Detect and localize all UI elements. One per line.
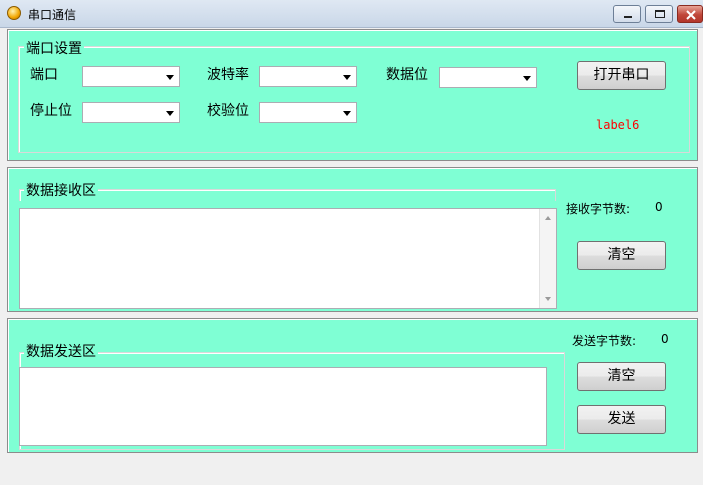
port-settings-panel: 端口设置 端口 波特率 数据位 打开串口 停止位 校验位 label6 (7, 29, 698, 161)
minimize-button[interactable] (613, 5, 641, 23)
scroll-up-icon[interactable] (545, 216, 551, 220)
receive-bytes-value: 0 (655, 200, 663, 214)
receive-panel: 数据接收区 接收字节数: 0 清空 (7, 167, 698, 312)
app-icon (7, 6, 21, 20)
parity-label: 校验位 (207, 103, 249, 119)
send-panel: 数据发送区 发送字节数: 0 清空 发送 (7, 318, 698, 453)
dropdown-arrow-icon (343, 111, 351, 116)
send-bytes-label: 发送字节数: (572, 334, 637, 348)
window-title: 串口通信 (28, 8, 77, 22)
baud-combo[interactable] (259, 66, 357, 87)
parity-combo[interactable] (259, 102, 357, 123)
receive-clear-button[interactable]: 清空 (577, 241, 666, 270)
dropdown-arrow-icon (343, 75, 351, 80)
send-button[interactable]: 发送 (577, 405, 666, 434)
dropdown-arrow-icon (166, 75, 174, 80)
port-settings-legend: 端口设置 (24, 38, 84, 58)
send-clear-button[interactable]: 清空 (577, 362, 666, 391)
status-label: label6 (596, 118, 640, 132)
receive-bytes-label: 接收字节数: (566, 202, 631, 216)
databits-label: 数据位 (386, 67, 428, 83)
scroll-down-icon[interactable] (545, 297, 551, 301)
open-port-button[interactable]: 打开串口 (577, 61, 666, 90)
receive-textarea[interactable] (19, 208, 557, 309)
stopbits-combo[interactable] (82, 102, 180, 123)
send-textarea[interactable] (19, 367, 547, 446)
receive-groupbox (19, 189, 556, 201)
send-legend: 数据发送区 (24, 341, 98, 361)
receive-legend: 数据接收区 (24, 180, 98, 200)
send-bytes-value: 0 (661, 332, 669, 346)
maximize-icon (655, 10, 665, 18)
databits-combo[interactable] (439, 67, 537, 88)
stopbits-label: 停止位 (30, 103, 72, 119)
baud-label: 波特率 (207, 67, 249, 83)
port-label: 端口 (30, 67, 58, 83)
title-bar: 串口通信 (0, 0, 703, 28)
port-combo[interactable] (82, 66, 180, 87)
minimize-icon (624, 16, 632, 18)
dropdown-arrow-icon (166, 111, 174, 116)
dropdown-arrow-icon (523, 76, 531, 81)
close-icon (686, 10, 696, 20)
close-button[interactable] (677, 5, 703, 23)
maximize-button[interactable] (645, 5, 673, 23)
receive-scrollbar[interactable] (539, 209, 556, 308)
